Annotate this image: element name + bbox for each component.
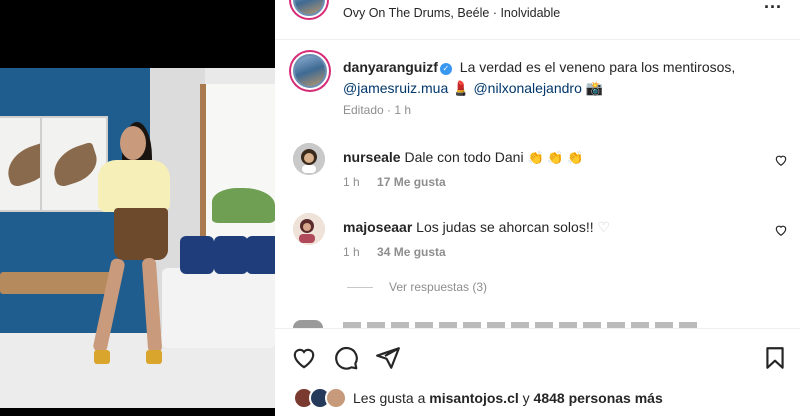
photo-person-shoe bbox=[146, 350, 162, 364]
comment-likes[interactable]: 17 Me gusta bbox=[377, 175, 446, 189]
comment-item: majoseaar Los judas se ahorcan solos!! ♡… bbox=[275, 213, 800, 263]
post-media[interactable] bbox=[0, 0, 275, 416]
clap-emoji: 👏 👏 👏 bbox=[527, 150, 584, 165]
audio-track-label[interactable]: Ovy On The Drums, Beéle · Inolvidable bbox=[343, 6, 560, 20]
view-replies-label: Ver respuestas (3) bbox=[389, 280, 488, 294]
comment-icon[interactable] bbox=[333, 345, 359, 371]
share-icon[interactable] bbox=[375, 345, 401, 371]
comment-username[interactable]: nurseale bbox=[343, 149, 401, 165]
heart-icon[interactable] bbox=[291, 345, 317, 371]
photo-sofa bbox=[162, 268, 275, 348]
post-actions-bar: Les gusta a misantojos.cl y 4848 persona… bbox=[275, 328, 800, 416]
comment-username[interactable]: majoseaar bbox=[343, 219, 412, 235]
photo-person-shoe bbox=[94, 350, 110, 364]
likes-summary: Les gusta a misantojos.cl y 4848 persona… bbox=[353, 390, 663, 406]
mention-link[interactable]: @jamesruiz.mua bbox=[343, 80, 448, 96]
comment-item: nurseale Dale con todo Dani 👏 👏 👏 1 h 17… bbox=[275, 143, 800, 193]
partial-commenter-avatar[interactable] bbox=[293, 320, 323, 328]
caption-author-avatar[interactable] bbox=[291, 52, 329, 90]
caption-username[interactable]: danyaranguizf bbox=[343, 59, 438, 75]
comment-likes[interactable]: 34 Me gusta bbox=[377, 245, 446, 259]
photo-cushion bbox=[214, 236, 248, 274]
view-replies-button[interactable]: Ver respuestas (3) bbox=[347, 280, 487, 294]
caption-text: La verdad es el veneno para los mentiros… bbox=[459, 59, 736, 75]
commenter-avatar[interactable] bbox=[293, 213, 325, 245]
likes-user-link[interactable]: misantojos.cl bbox=[429, 390, 518, 406]
verified-badge-icon: ✓ bbox=[439, 63, 452, 75]
photo-person-skirt bbox=[114, 208, 168, 260]
comment-body: majoseaar Los judas se ahorcan solos!! ♡ bbox=[343, 219, 610, 236]
white-heart-emoji: ♡ bbox=[597, 219, 611, 235]
post-side-panel: Ovy On The Drums, Beéle · Inolvidable ..… bbox=[275, 0, 800, 416]
comment-text: Los judas se ahorcan solos!! bbox=[416, 219, 594, 235]
likes-prefix: Les gusta a bbox=[353, 390, 426, 406]
photo-person-head bbox=[120, 126, 146, 160]
more-options-icon[interactable]: ... bbox=[764, 0, 782, 13]
caption-meta: Editado · 1 h bbox=[343, 103, 412, 117]
photo-greenery bbox=[212, 188, 275, 223]
liker-avatar bbox=[325, 387, 347, 409]
comment-meta: 1 h 17 Me gusta bbox=[343, 175, 446, 189]
mention-link[interactable]: @nilxonalejandro bbox=[473, 80, 581, 96]
post-header: Ovy On The Drums, Beéle · Inolvidable ..… bbox=[275, 0, 800, 40]
comment-like-heart-icon[interactable] bbox=[774, 153, 788, 167]
photo-bench bbox=[0, 272, 112, 294]
bookmark-icon[interactable] bbox=[762, 345, 788, 371]
comment-like-heart-icon[interactable] bbox=[774, 223, 788, 237]
photo-cushion bbox=[180, 236, 214, 274]
comment-time: 1 h bbox=[343, 175, 360, 189]
comment-text: Dale con todo Dani bbox=[404, 149, 524, 165]
photo-cushion bbox=[246, 236, 275, 274]
likes-count-link[interactable]: 4848 personas más bbox=[534, 390, 663, 406]
likes-connector: y bbox=[522, 390, 530, 406]
commenter-avatar[interactable] bbox=[293, 143, 325, 175]
lipstick-emoji: 💄 bbox=[452, 80, 470, 96]
photo-person-top bbox=[98, 160, 170, 212]
replies-divider bbox=[347, 287, 373, 289]
camera-emoji: 📸 bbox=[585, 80, 604, 96]
comment-time: 1 h bbox=[343, 245, 360, 259]
post-photo[interactable] bbox=[0, 68, 275, 408]
comment-meta: 1 h 34 Me gusta bbox=[343, 245, 446, 259]
author-avatar[interactable] bbox=[291, 0, 327, 18]
caption-text-block: danyaranguizf ✓ La verdad es el veneno pa… bbox=[343, 57, 763, 99]
comment-body: nurseale Dale con todo Dani 👏 👏 👏 bbox=[343, 149, 583, 166]
